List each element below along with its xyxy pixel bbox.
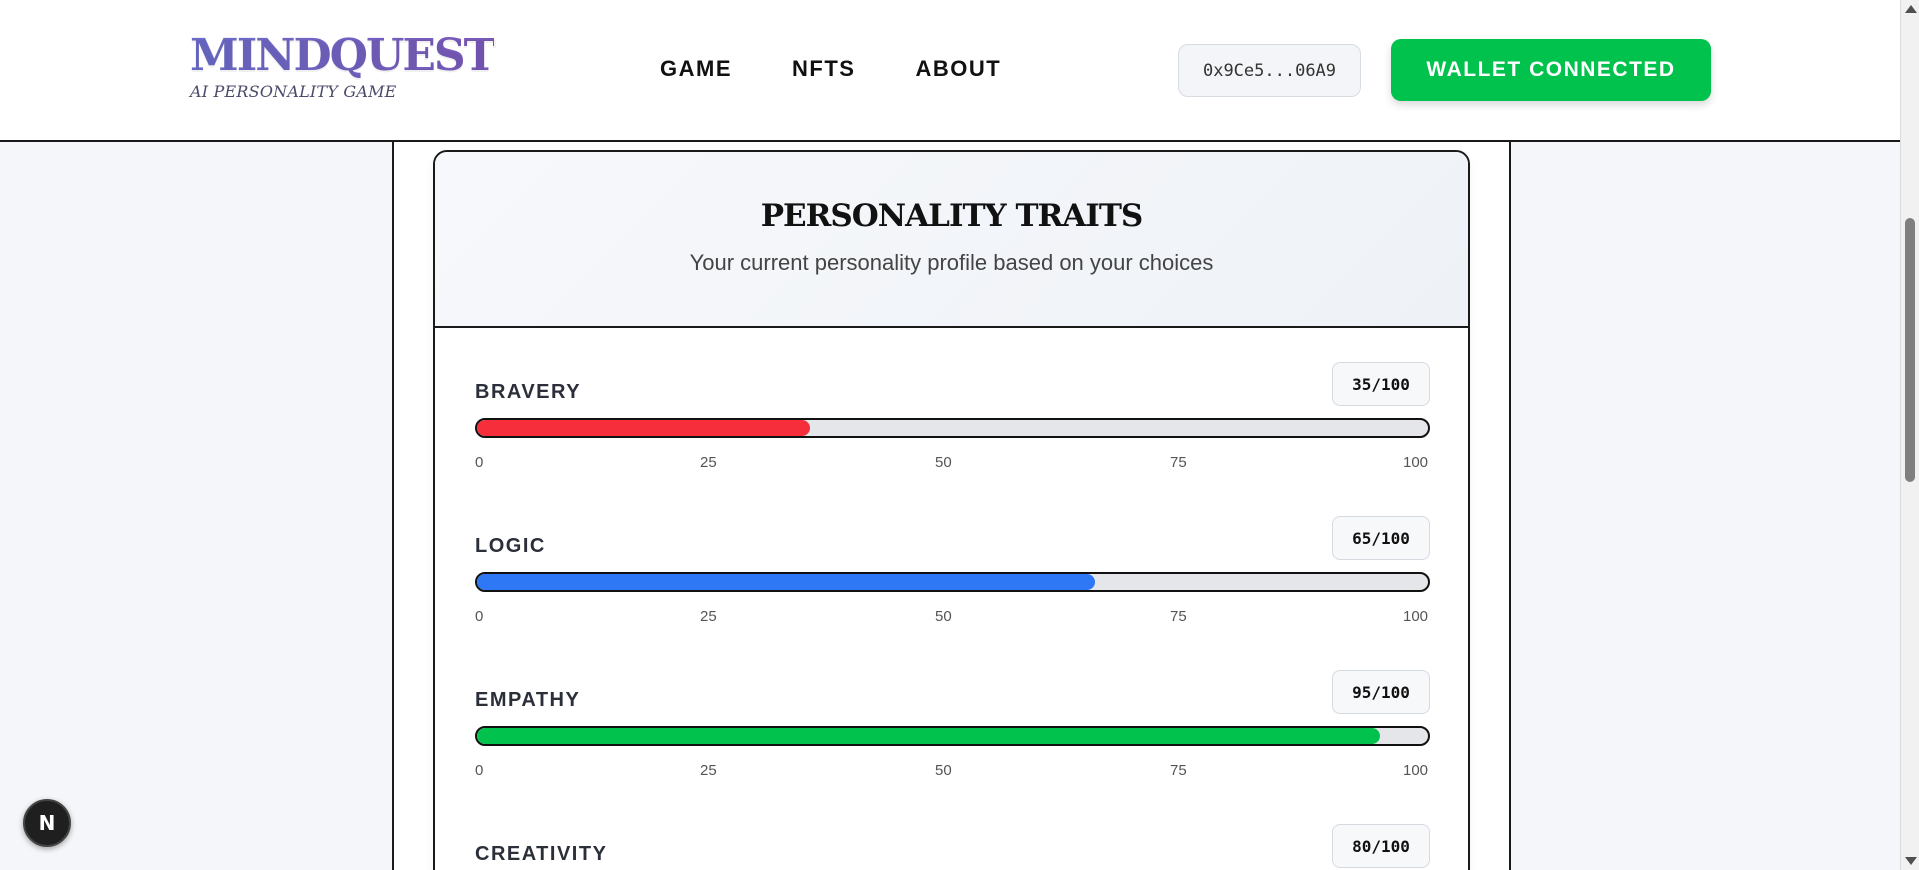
scale-tick: 100: [1403, 454, 1429, 471]
trait-name: LOGIC: [475, 535, 546, 557]
trait-name: CREATIVITY: [475, 843, 608, 865]
scale-tick: 25: [700, 762, 717, 779]
trait-name: BRAVERY: [475, 381, 582, 403]
trait-bar-fill: [477, 574, 1096, 590]
card-title: PERSONALITY TRAITS: [760, 198, 1144, 234]
logo-title: MINDQUEST: [190, 30, 496, 81]
scale-tick: 75: [1170, 762, 1187, 779]
scale-tick: 50: [935, 454, 952, 471]
card-header: PERSONALITY TRAITS Your current personal…: [435, 152, 1468, 328]
wallet-connected-button[interactable]: WALLET CONNECTED: [1391, 39, 1711, 101]
trait-bar-track: [475, 572, 1430, 592]
scale-tick: 50: [935, 608, 952, 625]
scale-tick: 0: [475, 608, 484, 625]
trait-scale: 0 25 50 75 100: [475, 762, 1430, 780]
nav-nfts-link[interactable]: NFTS: [792, 56, 855, 82]
card-subtitle: Your current personality profile based o…: [689, 250, 1214, 275]
trait-scale: 0 25 50 75 100: [475, 454, 1430, 472]
scrollbar-thumb[interactable]: [1905, 218, 1915, 482]
trait-value-badge: 35/100: [1332, 362, 1430, 406]
trait-bar-track: [475, 726, 1430, 746]
scale-tick: 25: [700, 454, 717, 471]
trait-bar-fill: [477, 420, 810, 436]
scroll-up-arrow-icon[interactable]: [1905, 5, 1917, 13]
scale-tick: 50: [935, 762, 952, 779]
navbar: MINDQUEST AI PERSONALITY GAME GAME NFTS …: [0, 0, 1900, 142]
trait-bar-fill: [477, 728, 1381, 744]
nav-game-link[interactable]: GAME: [660, 56, 732, 82]
scale-tick: 25: [700, 608, 717, 625]
scroll-down-arrow-icon[interactable]: [1905, 857, 1917, 865]
nav-about-link[interactable]: ABOUT: [915, 56, 1001, 82]
scale-tick: 100: [1403, 608, 1429, 625]
scale-tick: 100: [1403, 762, 1429, 779]
nextjs-dev-badge-icon[interactable]: N: [23, 799, 71, 847]
trait-value-badge: 65/100: [1332, 516, 1430, 560]
scale-tick: 75: [1170, 608, 1187, 625]
scale-tick: 0: [475, 454, 484, 471]
trait-value-badge: 80/100: [1332, 824, 1430, 868]
scale-tick: 0: [475, 762, 484, 779]
trait-bar-track: [475, 418, 1430, 438]
personality-traits-card: PERSONALITY TRAITS Your current personal…: [433, 150, 1470, 870]
trait-value-badge: 95/100: [1332, 670, 1430, 714]
trait-scale: 0 25 50 75 100: [475, 608, 1430, 626]
nav-links: GAME NFTS ABOUT: [660, 56, 1061, 82]
scale-tick: 75: [1170, 454, 1187, 471]
wallet-address[interactable]: 0x9Ce5...06A9: [1178, 44, 1361, 97]
logo[interactable]: MINDQUEST AI PERSONALITY GAME: [190, 30, 496, 102]
trait-name: EMPATHY: [475, 689, 581, 711]
logo-subtitle: AI PERSONALITY GAME: [190, 82, 397, 101]
page-scrollbar[interactable]: [1900, 0, 1919, 870]
